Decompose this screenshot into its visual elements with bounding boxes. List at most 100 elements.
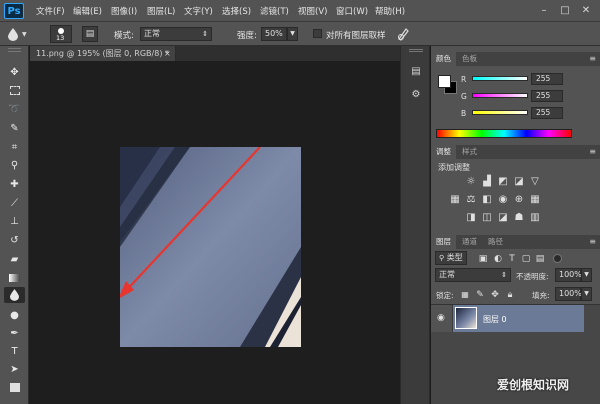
type-tool-icon[interactable]: T	[4, 343, 25, 359]
dodge-tool-icon[interactable]: ●	[4, 307, 25, 323]
healing-brush-tool-icon[interactable]: ✚	[4, 176, 25, 192]
curves-icon[interactable]: ◩	[497, 176, 509, 188]
channel-mixer-icon[interactable]: ⊕	[513, 194, 525, 206]
invert-icon[interactable]: ◨	[465, 212, 477, 224]
pressure-pen-icon[interactable]	[397, 27, 409, 41]
filter-type-icon[interactable]: T	[506, 253, 518, 265]
move-tool-icon[interactable]: ✥	[4, 64, 25, 80]
marquee-tool-icon[interactable]	[4, 82, 25, 98]
menu-view[interactable]: 视图(V)	[298, 5, 327, 17]
opacity-input[interactable]: 100%	[555, 268, 582, 282]
lock-transparency-icon[interactable]: ▦	[459, 289, 471, 301]
tab-layers[interactable]: 图层	[431, 235, 456, 249]
color-spectrum-bar[interactable]	[436, 129, 572, 138]
channel-r-input[interactable]: 255	[531, 73, 563, 85]
eraser-tool-icon[interactable]: ▰	[4, 251, 25, 267]
mode-select[interactable]: 正常 ⇕	[140, 27, 212, 41]
brush-size-picker[interactable]: 13	[50, 25, 72, 43]
photo-filter-icon[interactable]: ◉	[497, 194, 509, 206]
brush-tool-icon[interactable]: ⟋	[4, 195, 25, 211]
layer-name[interactable]: 图层 0	[483, 314, 507, 325]
clone-stamp-tool-icon[interactable]: ⊥	[4, 213, 25, 229]
menu-window[interactable]: 窗口(W)	[336, 5, 368, 17]
tab-channels[interactable]: 通道	[457, 235, 482, 249]
crop-tool-icon[interactable]: ⌗	[4, 139, 25, 155]
menu-filter[interactable]: 滤镜(T)	[260, 5, 289, 17]
levels-icon[interactable]: ▟	[481, 176, 493, 188]
menu-help[interactable]: 帮助(H)	[375, 5, 405, 17]
filter-smart-object-icon[interactable]: ▤	[534, 253, 546, 265]
eyedropper-tool-icon[interactable]: ⚲	[4, 157, 25, 173]
menu-file[interactable]: 文件(F)	[36, 5, 65, 17]
filter-adjustment-icon[interactable]: ◐	[492, 253, 504, 265]
layer-row[interactable]: 图层 0	[453, 305, 584, 332]
tab-swatches[interactable]: 色板	[457, 52, 482, 66]
panel-menu-icon[interactable]: ≡	[589, 54, 596, 63]
strength-input[interactable]: 50%	[261, 27, 287, 41]
channel-g-slider[interactable]	[472, 93, 528, 98]
history-brush-tool-icon[interactable]: ↺	[4, 232, 25, 248]
menu-type[interactable]: 文字(Y)	[184, 5, 213, 17]
color-lookup-icon[interactable]: ▦	[529, 194, 541, 206]
menu-layer[interactable]: 图层(L)	[147, 5, 175, 17]
menu-image[interactable]: 图像(I)	[111, 5, 137, 17]
blend-mode-select[interactable]: 正常 ⇕	[435, 268, 511, 282]
tool-preset-picker[interactable]: ▼	[8, 26, 42, 42]
foreground-color-swatch[interactable]	[438, 75, 451, 88]
lock-image-icon[interactable]: ✎	[474, 289, 486, 301]
channel-b-input[interactable]: 255	[531, 107, 563, 119]
channel-g-input[interactable]: 255	[531, 90, 563, 102]
menu-edit[interactable]: 编辑(E)	[73, 5, 102, 17]
channel-r-slider[interactable]	[472, 76, 528, 81]
black-white-icon[interactable]: ◧	[481, 194, 493, 206]
path-select-tool-icon[interactable]: ➤	[4, 361, 25, 377]
posterize-icon[interactable]: ◫	[481, 212, 493, 224]
toolbox-grip-icon[interactable]	[8, 48, 21, 52]
document-tab[interactable]: 11.png @ 195% (图层 0, RGB/8) * ×	[30, 46, 176, 61]
blur-tool-icon[interactable]	[4, 287, 25, 303]
channel-b-slider[interactable]	[472, 110, 528, 115]
pen-tool-icon[interactable]: ✒	[4, 325, 25, 341]
lasso-tool-icon[interactable]: ➰	[4, 101, 25, 117]
tab-styles[interactable]: 样式	[457, 145, 482, 159]
dock-grip-icon[interactable]	[409, 49, 423, 52]
document-image[interactable]	[120, 147, 301, 347]
gradient-tool-icon[interactable]	[4, 270, 25, 286]
menu-select[interactable]: 选择(S)	[222, 5, 251, 17]
lock-position-icon[interactable]: ✥	[489, 289, 501, 301]
layer-filter-select[interactable]: ⚲ 类型	[435, 251, 467, 265]
filter-pixel-icon[interactable]: ▣	[477, 253, 489, 265]
selective-color-icon[interactable]: ☗	[513, 212, 525, 224]
sample-all-layers-checkbox[interactable]	[313, 29, 322, 38]
panel-menu-icon[interactable]: ≡	[589, 147, 596, 156]
minimize-button[interactable]: –	[535, 3, 553, 19]
brightness-icon[interactable]: ☼	[465, 176, 477, 188]
close-window-button[interactable]: ✕	[577, 3, 595, 19]
strength-dropdown-icon[interactable]: ▼	[287, 27, 298, 41]
color-balance-icon[interactable]: ⚖	[465, 194, 477, 206]
history-panel-icon[interactable]: ▤	[407, 63, 425, 79]
threshold-icon[interactable]: ◪	[497, 212, 509, 224]
eye-icon[interactable]: ◉	[437, 313, 445, 323]
brush-panel-toggle-icon[interactable]: ▤	[82, 26, 98, 42]
properties-panel-icon[interactable]: ⚙	[407, 86, 425, 102]
hue-saturation-icon[interactable]: ▦	[449, 194, 461, 206]
panel-menu-icon[interactable]: ≡	[589, 237, 596, 246]
shape-tool-icon[interactable]	[4, 379, 25, 395]
exposure-icon[interactable]: ◪	[513, 176, 525, 188]
quick-select-tool-icon[interactable]: ✎	[4, 120, 25, 136]
canvas-area[interactable]	[30, 61, 400, 404]
gradient-map-icon[interactable]: ▥	[529, 212, 541, 224]
vibrance-icon[interactable]: ▽	[529, 176, 541, 188]
fill-dropdown-icon[interactable]: ▼	[581, 287, 592, 301]
tab-color[interactable]: 颜色	[431, 52, 456, 66]
filter-toggle-icon[interactable]	[553, 254, 562, 263]
close-tab-icon[interactable]: ×	[164, 46, 171, 61]
restore-button[interactable]: □	[556, 3, 574, 19]
tab-adjustments[interactable]: 调整	[431, 145, 456, 159]
tab-paths[interactable]: 路径	[483, 235, 508, 249]
fill-input[interactable]: 100%	[555, 287, 582, 301]
filter-shape-icon[interactable]: ▢	[520, 253, 532, 265]
lock-all-icon[interactable]: 🔒︎	[504, 289, 516, 301]
opacity-dropdown-icon[interactable]: ▼	[581, 268, 592, 282]
